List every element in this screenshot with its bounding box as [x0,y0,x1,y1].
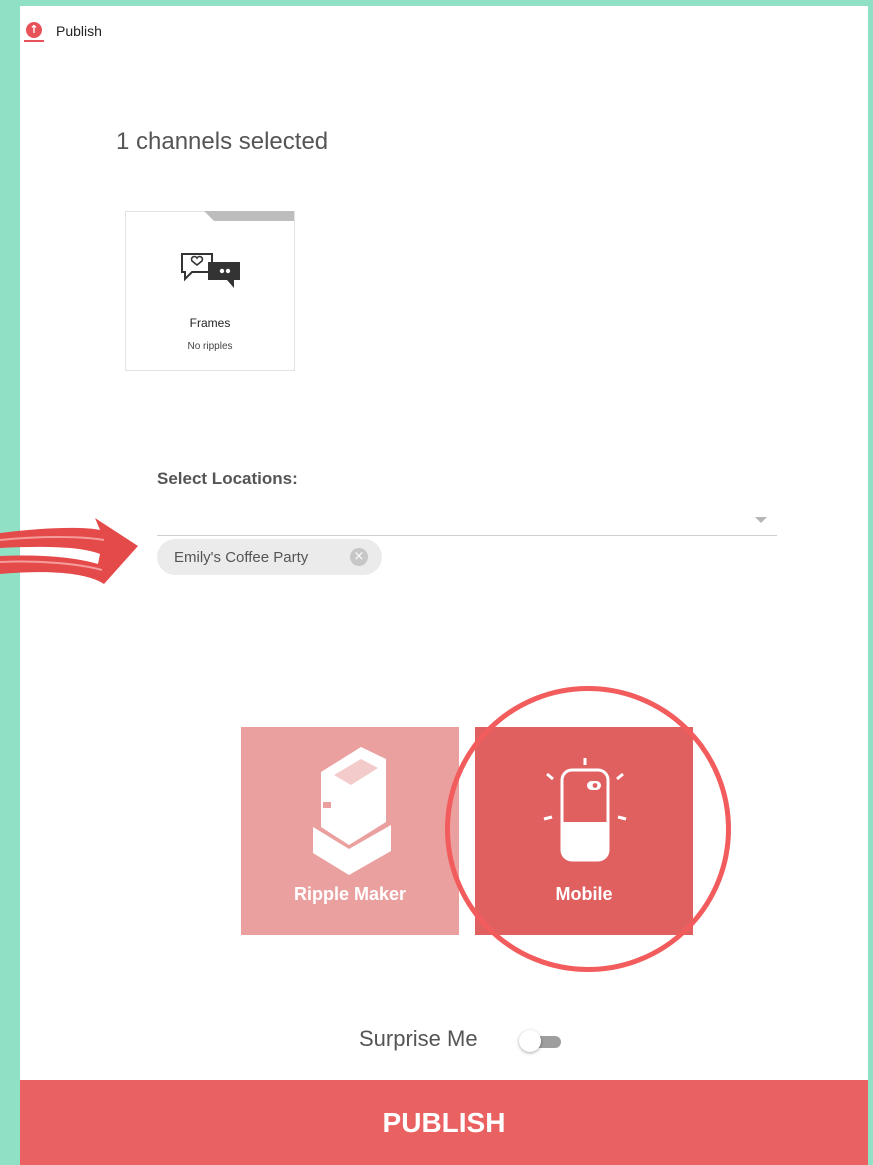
title-bar: ↑ Publish [20,6,868,52]
toggle-knob[interactable] [519,1030,541,1052]
channels-selected-heading: 1 channels selected [116,128,329,155]
target-ripple-maker[interactable]: Ripple Maker [241,727,459,935]
surprise-me-row: Surprise Me [359,1024,579,1054]
surprise-me-label: Surprise Me [359,1026,478,1051]
target-label: Ripple Maker [293,884,407,904]
channel-name: Frames [189,316,231,330]
ripple-maker-device-icon [241,727,459,892]
annotation-circle [445,686,731,972]
dropdown-arrow-icon[interactable] [755,517,767,523]
select-locations-label: Select Locations: [157,469,298,488]
chat-bubbles-icon [178,250,244,301]
location-chip-label: Emily's Coffee Party [174,549,309,566]
card-folder-tab [204,211,294,221]
location-chip: Emily's Coffee Party × [157,539,382,575]
publish-button[interactable]: PUBLISH [20,1080,868,1165]
channel-card-frames[interactable]: Frames No ripples [125,211,295,371]
channel-status: No ripples [187,341,233,352]
upload-arrow-icon: ↑ [24,22,44,44]
locations-dropdown[interactable] [157,501,777,536]
annotation-arrow-icon [0,518,138,584]
close-circle-icon[interactable]: × [350,548,368,566]
window-title: Publish [56,23,102,39]
